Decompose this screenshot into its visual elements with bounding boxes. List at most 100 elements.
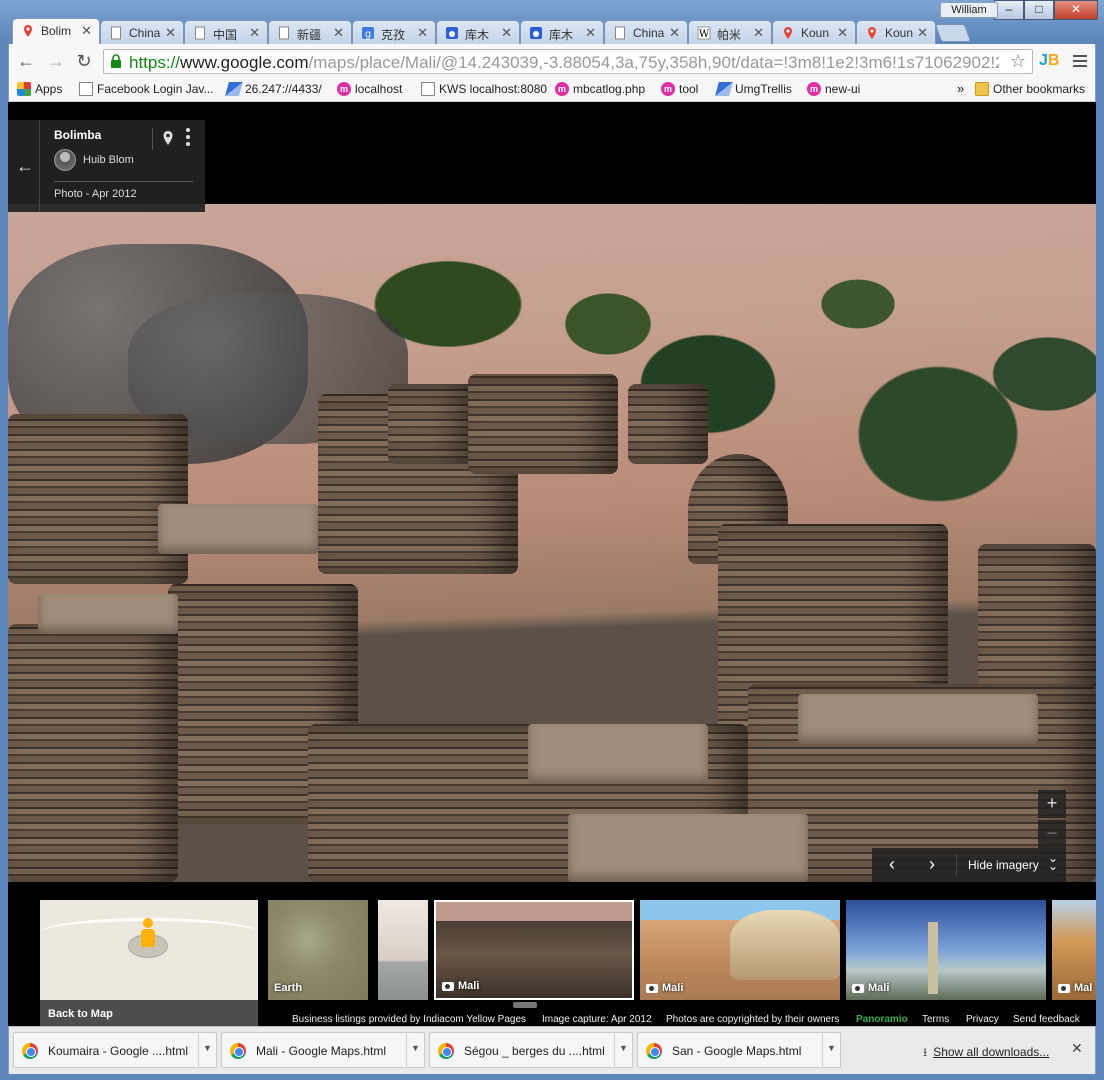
tab-xinjiang[interactable]: 新疆 ✕ [268,20,352,44]
tab-china-2[interactable]: China ✕ [604,20,688,44]
panoramio-logo[interactable]: Panoramio [856,1014,908,1025]
tab-bolimba[interactable]: Bolim ✕ [12,18,100,44]
bookmark-kws[interactable]: KWS localhost:8080 [421,82,547,96]
close-tab-icon[interactable]: ✕ [753,25,764,41]
chevron-down-icon[interactable]: ▼ [822,1033,840,1067]
maximize-button[interactable]: □ [1024,0,1054,20]
close-tab-icon[interactable]: ✕ [417,25,428,41]
privacy-link[interactable]: Privacy [966,1014,999,1025]
zoom-in-button[interactable]: + [1038,790,1066,818]
other-bookmarks[interactable]: Other bookmarks [975,82,1085,96]
next-photo-button[interactable]: › [918,852,946,878]
close-tab-icon[interactable]: ✕ [501,25,512,41]
close-tab-icon[interactable]: ✕ [165,25,176,41]
more-options-icon[interactable] [186,128,190,149]
profile-button[interactable]: William [940,2,998,18]
download-item[interactable]: Koumaira - Google ....html ▼ [13,1032,217,1068]
address-bar[interactable]: https://www.google.com/maps/place/Mali/@… [103,49,1033,74]
bookmarks-overflow-button[interactable]: » [957,81,964,96]
zoom-out-button[interactable]: − [1038,820,1066,848]
jetbrains-extension-icon[interactable]: JB [1039,52,1059,70]
bookmark-tool[interactable]: m tool [661,82,698,96]
filmstrip-scrollbar[interactable] [513,1002,537,1008]
earth-thumbnail[interactable]: Earth [268,900,368,1000]
pink-m-icon: m [555,82,569,96]
download-item[interactable]: Mali - Google Maps.html ▼ [221,1032,425,1068]
bookmark-mbcatlog[interactable]: m mbcatlog.php [555,82,645,96]
stone-wall [8,624,178,882]
camera-icon [442,981,454,991]
forward-button[interactable]: → [45,50,67,72]
close-tab-icon[interactable]: ✕ [81,23,92,39]
close-downloads-button[interactable]: ✕ [1071,1040,1083,1057]
tab-china[interactable]: China ✕ [100,20,184,44]
place-title[interactable]: Bolimba [54,128,101,142]
bookmark-label: Facebook Login Jav... [97,82,214,96]
chevron-down-icon[interactable]: ▼ [614,1033,632,1067]
bookmark-new-ui[interactable]: m new-ui [807,82,860,96]
minimize-button[interactable]: – [994,0,1024,20]
chrome-icon [22,1043,38,1059]
chevron-down-icon[interactable]: ▼ [198,1033,216,1067]
close-window-button[interactable]: ✕ [1054,0,1098,20]
bookmark-star-icon[interactable]: ☆ [1010,51,1026,72]
reload-button[interactable]: ↻ [73,50,95,72]
bookmark-umgtrellis[interactable]: UmgTrellis [715,82,792,96]
photo-image[interactable] [8,204,1096,882]
tab-koun-2[interactable]: Koun ✕ [856,20,936,44]
thumbnail-caption: Mali [646,982,683,994]
download-filename: Mali - Google Maps.html [256,1044,387,1058]
download-item[interactable]: Ségou _ berges du ....html ▼ [429,1032,633,1068]
caption-text: Mal [1074,982,1093,994]
previous-photo-button[interactable]: ‹ [878,852,906,878]
photo-thumbnail[interactable]: Mali [846,900,1046,1000]
bookmark-localhost[interactable]: m localhost [337,82,402,96]
bookmark-facebook-login[interactable]: Facebook Login Jav... [79,82,214,96]
back-button[interactable]: ← [15,50,37,72]
close-tab-icon[interactable]: ✕ [249,25,260,41]
downloads-shelf: Koumaira - Google ....html ▼ Mali - Goog… [8,1026,1096,1074]
download-item[interactable]: San - Google Maps.html ▼ [637,1032,841,1068]
photo-thumbnail-selected[interactable]: Mali [434,900,634,1000]
location-pin-icon[interactable] [162,130,174,146]
tab-title: 库木 [465,28,490,42]
page-icon [279,26,289,40]
url-host: www.google.com [180,53,309,72]
show-all-downloads-link[interactable]: ⭳ Show all downloads... [923,1043,1049,1064]
tab-kumu-2[interactable]: 库木 ✕ [520,20,604,44]
close-tab-icon[interactable]: ✕ [585,25,596,41]
photo-author[interactable]: Huib Blom [83,154,134,166]
photo-thumbnail[interactable]: Mal [1052,900,1096,1000]
close-tab-icon[interactable]: ✕ [837,25,848,41]
back-arrow-icon[interactable]: ← [16,156,34,177]
photo-thumbnail[interactable]: Mali [640,900,840,1000]
hide-imagery-button[interactable]: Hide imagery [968,858,1039,872]
tab-zhongguo[interactable]: 中国 ✕ [184,20,268,44]
bookmark-label: 26.247://4433/ [245,82,322,96]
back-to-map-thumbnail[interactable]: Back to Map [40,900,258,1026]
terms-link[interactable]: Terms [922,1014,949,1025]
page-icon [615,26,625,40]
close-tab-icon[interactable]: ✕ [917,25,928,41]
page-icon [195,26,205,40]
tab-koun-1[interactable]: Koun ✕ [772,20,856,44]
photo-thumbnail[interactable] [378,900,428,1000]
tab-title: 新疆 [297,28,322,42]
new-tab-button[interactable] [934,24,972,42]
tab-kumu-1[interactable]: 库木 ✕ [436,20,520,44]
close-tab-icon[interactable]: ✕ [669,25,680,41]
bookmark-apps[interactable]: Apps [17,82,62,96]
baidu-icon [446,27,458,39]
browser-toolbar: ← → ↻ https://www.google.com/maps/place/… [8,44,1096,78]
chrome-menu-icon[interactable] [1073,52,1087,70]
bookmark-ip[interactable]: 26.247://4433/ [225,82,322,96]
avatar[interactable] [54,149,76,171]
page-icon [111,26,121,40]
send-feedback-link[interactable]: Send feedback [1013,1014,1080,1025]
close-tab-icon[interactable]: ✕ [333,25,344,41]
double-chevron-down-icon[interactable]: ⌄ ⌄ [1048,852,1058,872]
thumbnail-caption: Earth [274,982,302,994]
chevron-down-icon[interactable]: ▼ [406,1033,424,1067]
tab-kezi[interactable]: g 克孜 ✕ [352,20,436,44]
tab-pamir[interactable]: W 帕米 ✕ [688,20,772,44]
